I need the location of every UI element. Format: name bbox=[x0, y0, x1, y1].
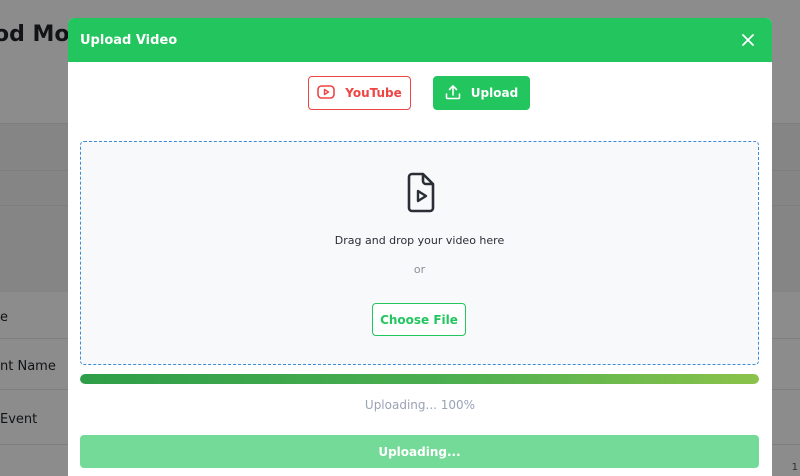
upload-progress-label: Uploading... 100% bbox=[364, 398, 476, 412]
video-file-icon bbox=[401, 170, 441, 214]
youtube-tab-button[interactable]: YouTube bbox=[308, 76, 411, 110]
youtube-tab-label: YouTube bbox=[345, 86, 402, 100]
youtube-play-icon bbox=[317, 84, 336, 102]
close-icon[interactable] bbox=[738, 30, 758, 50]
upload-tab-label: Upload bbox=[470, 86, 519, 100]
upload-video-modal: Upload Video YouTube Upload Drag and dro… bbox=[68, 18, 772, 476]
modal-title: Upload Video bbox=[80, 32, 178, 48]
upload-icon bbox=[445, 84, 461, 103]
source-tabs: YouTube Upload bbox=[68, 76, 772, 110]
upload-progress-bar bbox=[80, 374, 759, 384]
upload-tab-button[interactable]: Upload bbox=[433, 76, 530, 110]
modal-header: Upload Video bbox=[68, 18, 772, 62]
uploading-submit-button[interactable]: Uploading... bbox=[80, 435, 759, 468]
dropzone-or-text: or bbox=[413, 263, 426, 276]
video-dropzone[interactable]: Drag and drop your video here or Choose … bbox=[80, 141, 759, 365]
dropzone-prompt: Drag and drop your video here bbox=[334, 234, 505, 247]
choose-file-button[interactable]: Choose File bbox=[372, 303, 466, 336]
upload-progress-fill bbox=[80, 374, 759, 384]
